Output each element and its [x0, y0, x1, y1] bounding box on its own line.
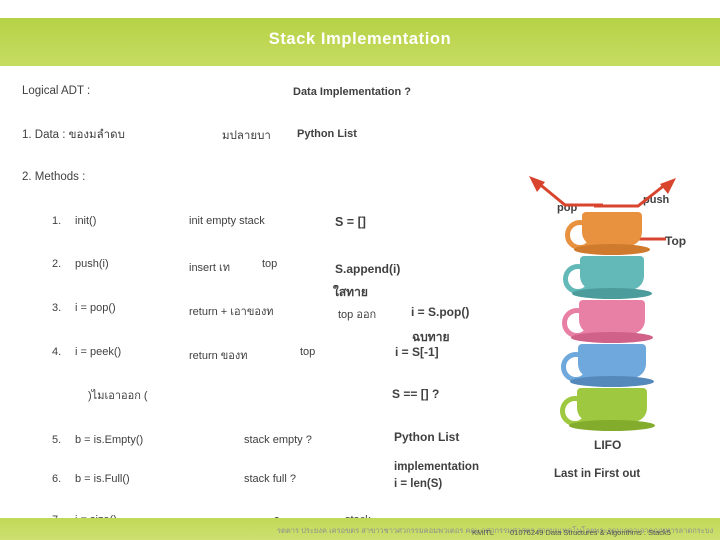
stacked-cups-illustration	[560, 196, 670, 431]
method-num-2: 2.	[52, 258, 62, 270]
code-isempty: S == [] ?	[392, 387, 440, 401]
method-desc-6: stack full ?	[244, 473, 296, 485]
slide-root: Stack Implementation Logical ADT : 1. Da…	[0, 0, 720, 540]
subheading-thai: มปลายบา	[222, 130, 271, 142]
subheading-python-list: Python List	[297, 128, 357, 140]
method-desc-3: return + เอาของท	[189, 306, 274, 318]
method-desc-1: init empty stack	[189, 215, 265, 227]
method-desc2-2: top	[262, 258, 278, 270]
annotation-lifo: LIFO	[594, 438, 622, 452]
method-num-3: 3.	[52, 302, 62, 314]
method-name-1: init()	[75, 215, 97, 227]
saucer-5	[569, 420, 655, 431]
cup-1	[582, 212, 642, 246]
method-desc-2: insert เท	[189, 262, 230, 274]
code-append: S.append(i)	[335, 262, 401, 276]
saucer-2	[572, 288, 652, 299]
code-peek: i = S[-1]	[395, 345, 439, 359]
annotation-python-list: Python List	[394, 430, 460, 444]
method-desc2-3: top ออก	[338, 309, 377, 321]
method-desc2-4: top	[300, 346, 316, 358]
cup-5	[577, 388, 647, 422]
method-name-3: i = pop()	[75, 302, 116, 314]
code-pop: i = S.pop()	[411, 305, 470, 319]
methods-item: 2. Methods :	[22, 171, 86, 183]
data-item: 1. Data : ของมลำดบ	[22, 129, 125, 141]
logical-adt-heading: Logical ADT :	[22, 85, 91, 97]
annotation-push-thai: ใสทาย	[333, 285, 368, 299]
method-desc-4: return ของท	[189, 350, 248, 362]
method-name-4: i = peek()	[75, 346, 122, 358]
saucer-4	[570, 376, 654, 387]
annotation-implementation: implementation	[394, 461, 479, 473]
saucer-1	[574, 244, 650, 255]
cup-2	[580, 256, 644, 290]
saucer-3	[571, 332, 653, 343]
page-title: Stack Implementation	[268, 30, 452, 48]
method-num-6: 6.	[52, 473, 62, 485]
method-name-2: push(i)	[75, 258, 109, 270]
code-size: i = len(S)	[394, 478, 443, 490]
method-num-4: 4.	[52, 346, 62, 358]
annotation-lifo-expand: Last in First out	[554, 468, 641, 480]
footer-course: 01076249 Data Structures & Algorithms : …	[510, 528, 671, 537]
method-desc-5: stack empty ?	[244, 434, 312, 446]
cup-3	[579, 300, 645, 334]
method-name-6: b = is.Full()	[75, 473, 130, 485]
method-num-5: 5.	[52, 434, 62, 446]
footer-kmitl: KMITL	[472, 528, 495, 537]
code-init: S = []	[335, 215, 366, 229]
data-implementation-heading: Data Implementation ?	[293, 86, 411, 98]
cup-4	[578, 344, 646, 378]
method-note: )ไมเอาออก (	[88, 390, 148, 402]
method-num-1: 1.	[52, 215, 62, 227]
method-name-5: b = is.Empty()	[75, 434, 144, 446]
